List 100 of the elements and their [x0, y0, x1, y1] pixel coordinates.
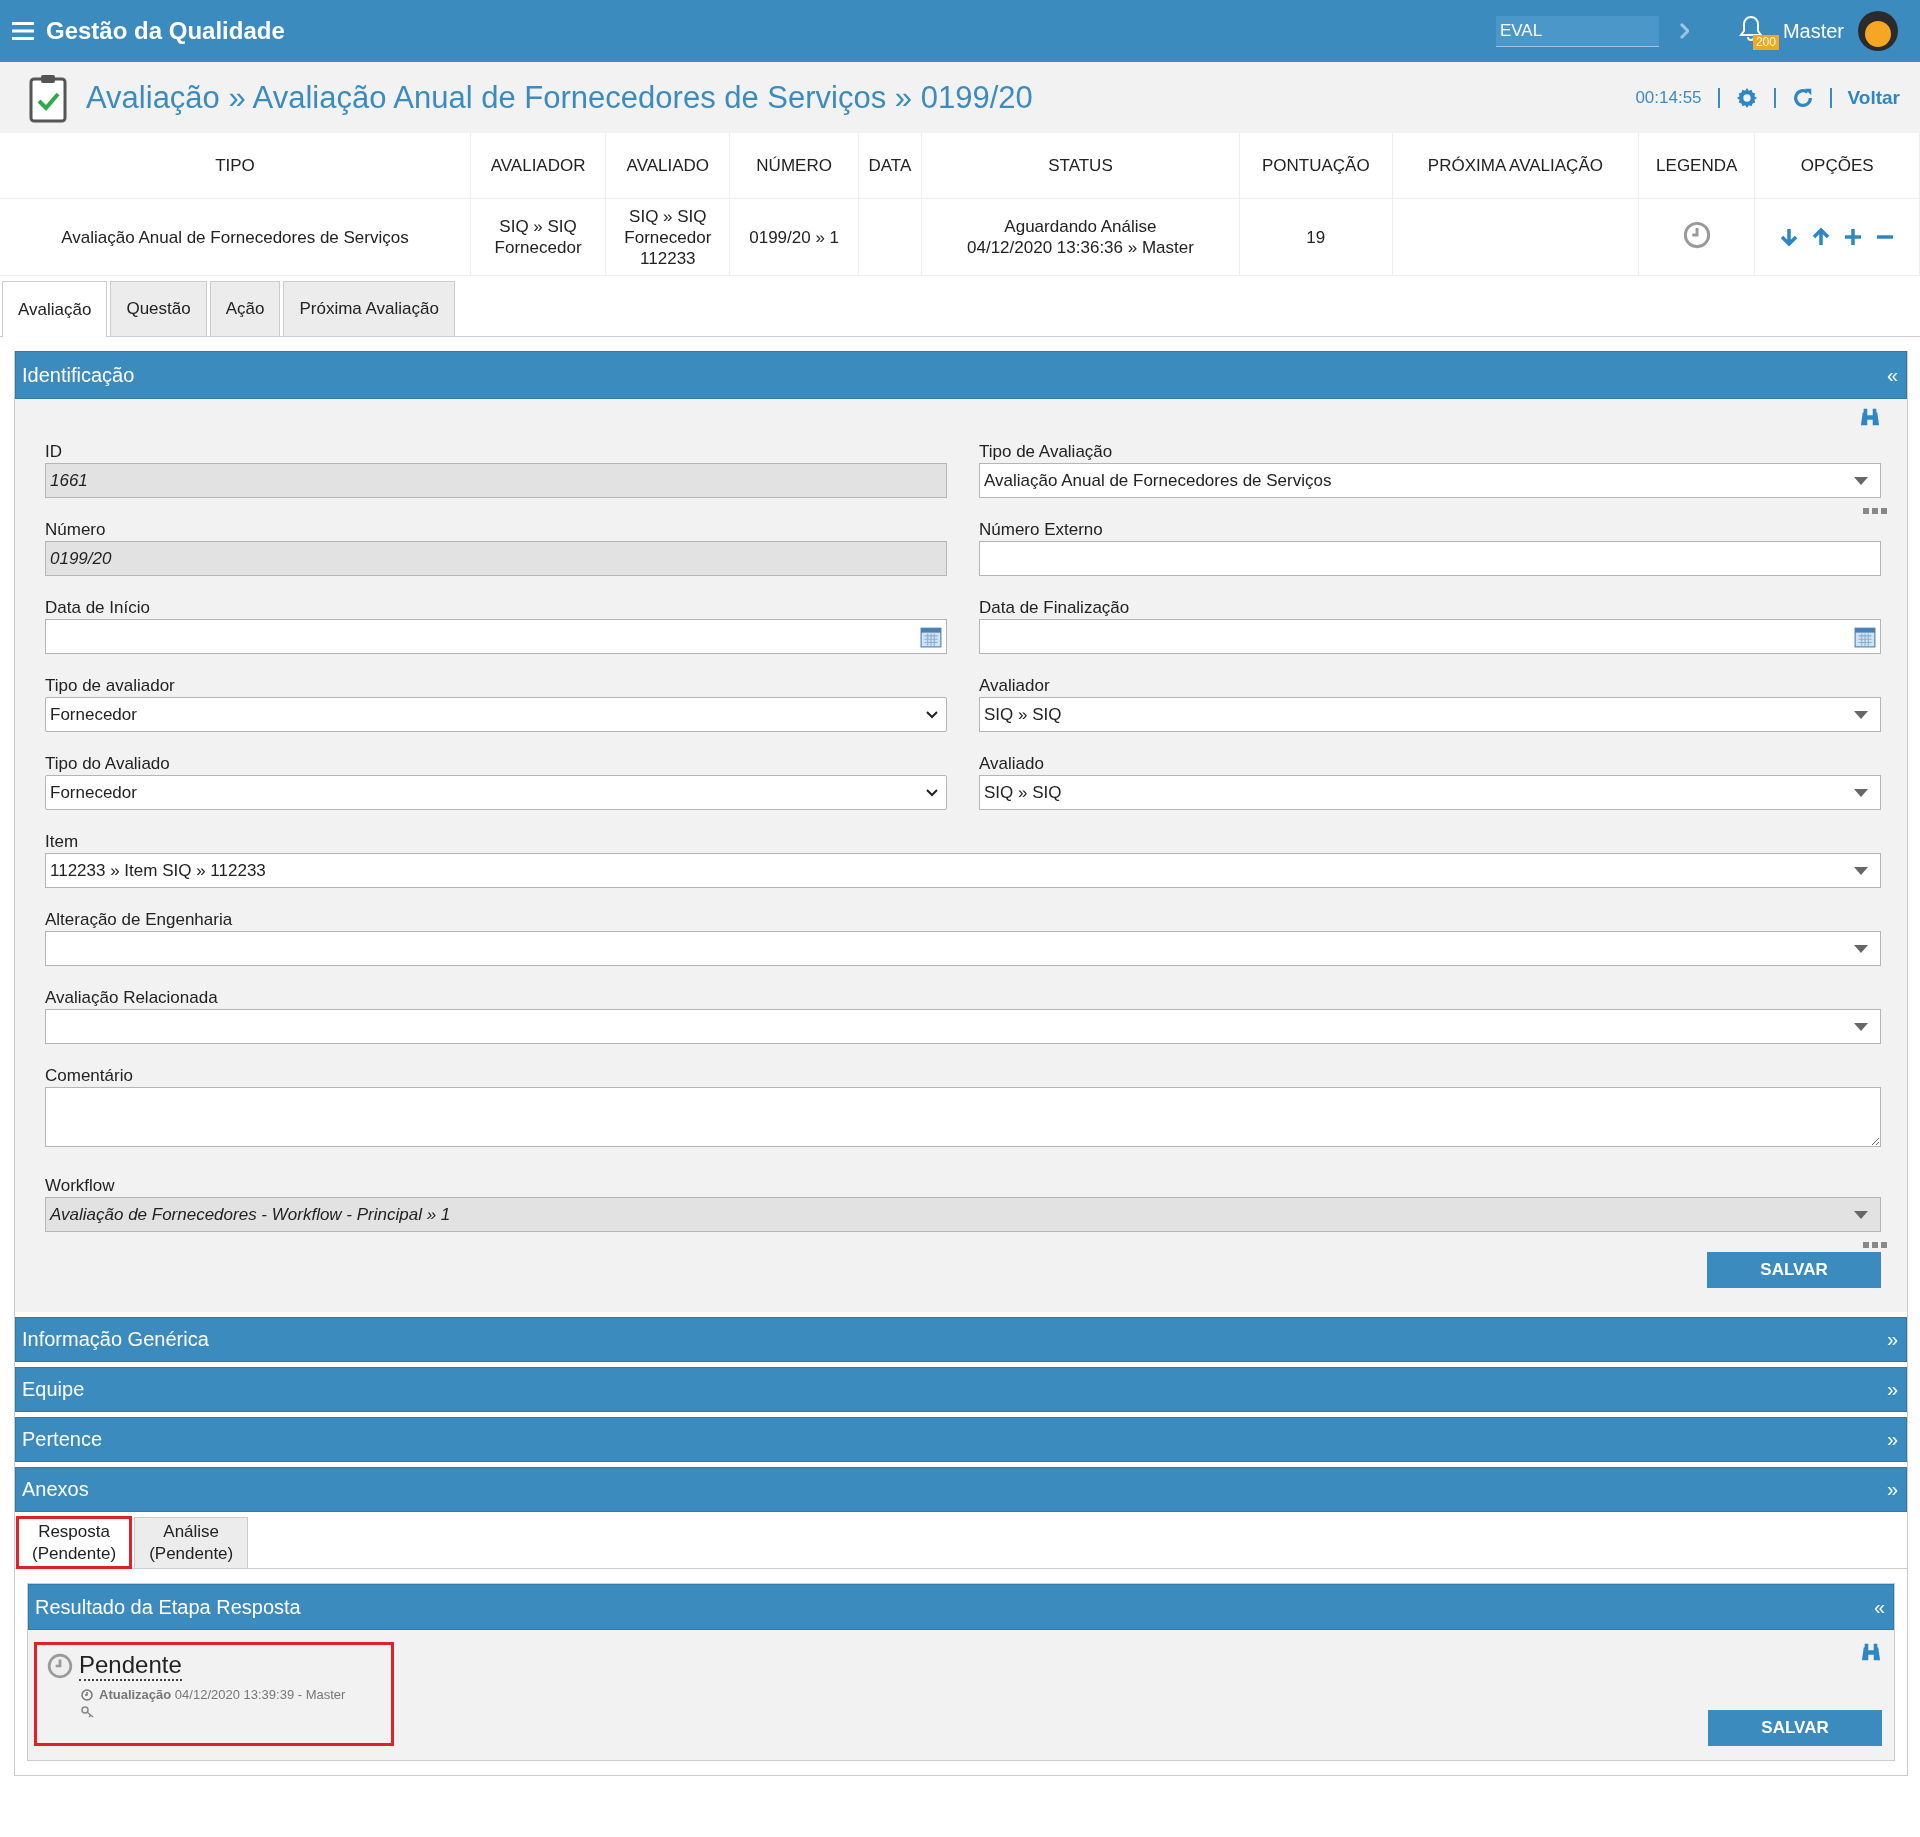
column-header: NÚMERO	[730, 133, 859, 199]
step-tab[interactable]: Resposta (Pendente)	[17, 1517, 132, 1568]
select-field[interactable]: Fornecedor	[45, 775, 947, 810]
arrow-up-icon[interactable]	[1811, 227, 1832, 247]
tab[interactable]: Questão	[110, 281, 207, 336]
table-cell: 0199/20 » 1	[749, 227, 840, 247]
key-icon[interactable]	[81, 1706, 95, 1718]
field-label: Tipo do Avaliado	[45, 753, 171, 775]
panel-title: Identificação	[22, 363, 135, 387]
calendar-icon[interactable]	[920, 625, 942, 648]
text-field[interactable]	[979, 541, 1881, 576]
binoculars-icon[interactable]	[1860, 1642, 1882, 1662]
panel-header[interactable]: Resultado da Etapa Resposta «	[28, 1584, 1894, 1630]
clock-icon	[47, 1653, 73, 1679]
column-header: AVALIADO	[605, 133, 730, 199]
column-header: LEGENDA	[1638, 133, 1755, 199]
collapse-toggle[interactable]: «	[1886, 363, 1898, 387]
field-label: Item	[45, 831, 80, 853]
back-link[interactable]: Voltar	[1847, 86, 1900, 109]
dropdown-field[interactable]: Avaliação de Fornecedores - Workflow - Principal » 1	[45, 1197, 1881, 1232]
field-label: Comentário	[45, 1065, 134, 1087]
menu-icon[interactable]	[12, 22, 34, 40]
settings-icon[interactable]	[1735, 86, 1758, 109]
refresh-icon[interactable]	[1791, 86, 1814, 109]
avatar-icon[interactable]	[1858, 11, 1898, 51]
date-field[interactable]	[45, 619, 947, 654]
table-cell: Aguardando Análise 04/12/2020 13:36:36 » Master	[967, 217, 1194, 257]
dropdown-field[interactable]: SIQ » SIQ	[979, 775, 1881, 810]
field-label: Número	[45, 519, 107, 541]
field-label: ID	[45, 441, 63, 463]
chevron-right-icon[interactable]	[1678, 23, 1689, 39]
calendar-icon[interactable]	[1854, 625, 1876, 648]
section-header[interactable]: Equipe »	[15, 1367, 1907, 1412]
section-header[interactable]: Anexos »	[15, 1467, 1907, 1512]
tab[interactable]: Ação	[209, 281, 281, 336]
table-cell: Avaliação Anual de Fornecedores de Serviços	[61, 227, 409, 247]
field-label: Avaliado	[979, 753, 1045, 775]
plus-icon[interactable]	[1843, 227, 1864, 247]
caret-icon[interactable]	[926, 788, 938, 797]
user-name[interactable]: Master	[1782, 19, 1844, 43]
column-header: PONTUAÇÃO	[1239, 133, 1393, 199]
more-icon[interactable]	[1863, 508, 1887, 514]
expand-toggle[interactable]: »	[1886, 1328, 1898, 1351]
table-cell: 19	[1306, 227, 1326, 247]
update-info: Atualização 04/12/2020 13:39:39 - Master	[99, 1687, 346, 1702]
column-header: OPÇÕES	[1754, 133, 1920, 199]
section-header[interactable]: Informação Genérica »	[15, 1317, 1907, 1362]
panel-header[interactable]: Identificação «	[15, 351, 1907, 399]
field-label: Tipo de Avaliação	[979, 441, 1114, 463]
date-field[interactable]	[979, 619, 1881, 654]
panel-title: Resultado da Etapa Resposta	[35, 1595, 301, 1619]
column-header: TIPO	[0, 133, 471, 199]
dropdown-field[interactable]: SIQ » SIQ	[979, 697, 1881, 732]
arrow-down-icon[interactable]	[1779, 227, 1800, 247]
table-cell: SIQ » SIQ Fornecedor 112233	[624, 206, 712, 268]
collapse-toggle[interactable]: «	[1873, 1595, 1885, 1619]
field-label: Alteração de Engenharia	[45, 909, 234, 931]
caret-icon[interactable]	[926, 710, 938, 719]
expand-toggle[interactable]: »	[1886, 1428, 1898, 1451]
dropdown-field[interactable]: Avaliação Anual de Fornecedores de Serviços	[979, 463, 1881, 498]
column-header: DATA	[858, 133, 922, 199]
binoculars-icon[interactable]	[1859, 407, 1881, 427]
section-title: Equipe	[22, 1378, 85, 1401]
session-timer: 00:14:55	[1635, 87, 1702, 108]
search-field[interactable]: EVAL	[1495, 15, 1659, 47]
section-title: Pertence	[22, 1428, 103, 1451]
more-icon[interactable]	[1863, 1242, 1887, 1248]
column-header: AVALIADOR	[470, 133, 606, 199]
select-field[interactable]: Fornecedor	[45, 697, 947, 732]
comment-field[interactable]	[45, 1087, 1881, 1147]
clock-icon	[81, 1688, 93, 1701]
app-title: Gestão da Qualidade	[46, 17, 285, 45]
clock-icon	[1682, 220, 1711, 249]
tab[interactable]: Avaliação	[2, 281, 108, 337]
text-field[interactable]: 0199/20	[45, 541, 947, 576]
table-cell: SIQ » SIQ Fornecedor	[494, 217, 582, 257]
section-title: Anexos	[22, 1478, 89, 1501]
expand-toggle[interactable]: »	[1886, 1378, 1898, 1401]
column-header: STATUS	[921, 133, 1240, 199]
field-label: Workflow	[45, 1175, 116, 1197]
clipboard-check-icon	[28, 72, 68, 123]
section-header[interactable]: Pertence »	[15, 1417, 1907, 1462]
breadcrumb-title: Avaliação » Avaliação Anual de Fornecedores de Serviços » 0199/20	[86, 79, 1033, 116]
expand-toggle[interactable]: »	[1886, 1478, 1898, 1501]
field-label: Data de Finalização	[979, 597, 1131, 619]
dropdown-field[interactable]	[45, 1009, 1881, 1044]
field-label: Tipo de avaliador	[45, 675, 176, 697]
notification-badge: 200	[1752, 35, 1779, 50]
tab[interactable]: Próxima Avaliação	[283, 281, 455, 336]
status-text[interactable]: Pendente	[79, 1651, 182, 1681]
field-label: Data de Início	[45, 597, 151, 619]
field-label: Número Externo	[979, 519, 1104, 541]
column-header: PRÓXIMA AVALIAÇÃO	[1392, 133, 1639, 199]
dropdown-field[interactable]	[45, 931, 1881, 966]
save-button[interactable]: SALVAR	[1707, 1252, 1881, 1288]
save-button[interactable]: SALVAR	[1708, 1710, 1882, 1746]
text-field[interactable]: 1661	[45, 463, 947, 498]
field-label: Avaliação Relacionada	[45, 987, 219, 1009]
dropdown-field[interactable]: 112233 » Item SIQ » 112233	[45, 853, 1881, 888]
step-tab[interactable]: Análise (Pendente)	[134, 1517, 249, 1568]
